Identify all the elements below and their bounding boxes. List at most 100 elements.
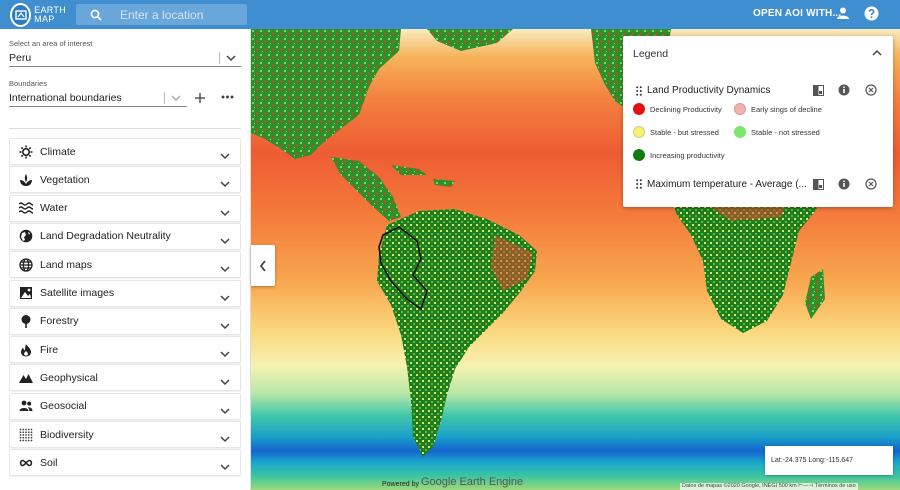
more-options-icon[interactable] [221, 95, 234, 99]
category-forestry[interactable]: Forestry [9, 307, 241, 335]
category-label: Biodiversity [40, 428, 94, 441]
tree-icon [19, 314, 33, 329]
aoi-label: Select an area of interest [9, 39, 93, 48]
chevron-down-icon [220, 232, 230, 250]
category-climate[interactable]: Climate [9, 138, 241, 165]
category-biodiversity[interactable]: Biodiversity [9, 421, 241, 448]
legend-swatch [633, 149, 645, 161]
category-water[interactable]: Water [9, 194, 241, 222]
legend-item: Increasing productivity [633, 149, 725, 161]
category-label: Water [40, 202, 68, 215]
image-icon [19, 286, 33, 300]
legend-swatch [633, 126, 645, 138]
legend-item: Stable - not stressed [734, 126, 820, 138]
legend-swatch [734, 103, 746, 115]
chevron-left-icon [259, 259, 266, 272]
category-label: Climate [40, 145, 76, 158]
chevron-down-icon [220, 458, 230, 476]
top-bar: EARTH MAP OPEN AOI WITH... [0, 0, 900, 29]
remove-layer-icon[interactable] [865, 178, 877, 190]
aoi-select[interactable]: Peru [9, 49, 241, 67]
category-label: Geophysical [40, 371, 98, 384]
category-land-degradation-neutrality[interactable]: Land Degradation Neutrality [9, 222, 241, 250]
terrain-icon [19, 371, 33, 385]
chevron-down-icon [220, 345, 230, 363]
info-icon[interactable] [838, 84, 850, 96]
category-satellite-images[interactable]: Satellite images [9, 279, 241, 307]
legend-title: Legend [633, 48, 669, 60]
open-aoi-button[interactable]: OPEN AOI WITH... [753, 8, 841, 19]
category-label: Satellite images [40, 287, 115, 299]
category-label: Land Degradation Neutrality [40, 230, 171, 243]
boundaries-select[interactable]: International boundaries [9, 89, 187, 107]
chevron-down-icon [220, 373, 230, 391]
search-icon [90, 9, 102, 21]
chevron-down-icon [220, 402, 230, 420]
aoi-value: Peru [9, 51, 32, 64]
chevron-down-icon [220, 289, 230, 307]
chevron-down-icon [220, 147, 230, 165]
infinity-icon [19, 456, 33, 470]
opacity-icon[interactable] [813, 85, 824, 96]
collapse-sidebar-button[interactable] [251, 245, 275, 286]
waves-icon [19, 201, 33, 215]
category-geosocial[interactable]: Geosocial [9, 392, 241, 420]
info-icon[interactable] [838, 178, 850, 190]
chevron-down-icon [220, 175, 230, 193]
legend-swatch [734, 126, 746, 138]
earth-engine-logo: Google Earth Engine [420, 476, 524, 488]
legend-layer-title: Land Productivity Dynamics [647, 85, 771, 96]
category-label: Fire [40, 343, 59, 356]
select-divider [219, 52, 220, 64]
boundaries-label: Boundaries [9, 79, 47, 88]
drag-handle-icon[interactable] [636, 86, 642, 96]
chevron-down-icon [220, 260, 230, 278]
user-icon[interactable] [836, 6, 850, 20]
help-icon[interactable] [864, 6, 879, 21]
category-label: Soil [40, 456, 58, 469]
dots-grid-icon [19, 428, 33, 442]
legend-swatch [633, 103, 645, 115]
sidebar: Select an area of interest Peru Boundari… [0, 29, 251, 490]
category-label: Land maps [40, 258, 92, 271]
add-boundary-icon[interactable] [194, 92, 206, 104]
legend-layer-title: Maximum temperature - Average (... [647, 179, 807, 190]
category-label: Geosocial [40, 400, 87, 413]
globe-logo-icon [10, 2, 32, 27]
chevron-down-icon [220, 317, 230, 335]
legend-item: Stable - but stressed [633, 126, 719, 138]
chevron-down-icon [171, 95, 181, 102]
chevron-up-icon[interactable] [872, 49, 882, 56]
chevron-down-icon [226, 55, 236, 62]
legend-panel: Legend Land Productivity Dynamics Declin… [623, 36, 893, 207]
category-land-maps[interactable]: Land maps [9, 251, 241, 279]
remove-layer-icon[interactable] [865, 84, 877, 96]
opacity-icon[interactable] [813, 179, 824, 190]
globe-icon [19, 229, 33, 243]
legend-item: Declining Productivity [633, 103, 722, 115]
fire-icon [19, 343, 33, 357]
powered-by: Powered by Google Earth Engine [382, 476, 523, 488]
search-box[interactable] [76, 4, 247, 25]
people-icon [19, 399, 33, 413]
map-attribution[interactable]: Datos de mapas ©2020 Google, INEGI 500 k… [680, 483, 858, 490]
category-fire[interactable]: Fire [9, 336, 241, 364]
category-geophysical[interactable]: Geophysical [9, 364, 241, 392]
legend-item: Early sings of decline [734, 103, 822, 115]
powered-by-label: Powered by [382, 481, 419, 488]
logo-text: EARTH MAP [34, 4, 66, 24]
category-soil[interactable]: Soil [9, 449, 241, 477]
sun-icon [19, 145, 33, 159]
category-label: Forestry [40, 315, 79, 328]
category-vegetation[interactable]: Vegetation [9, 166, 241, 194]
category-label: Vegetation [40, 173, 90, 186]
app-logo[interactable]: EARTH MAP [10, 2, 66, 27]
chevron-down-icon [220, 430, 230, 448]
divider [9, 128, 241, 129]
drag-handle-icon[interactable] [636, 179, 642, 189]
select-divider [164, 92, 165, 104]
boundaries-value: International boundaries [9, 91, 122, 104]
search-input[interactable] [120, 7, 240, 22]
globe-grid-icon [19, 258, 33, 272]
chevron-down-icon [220, 204, 230, 222]
